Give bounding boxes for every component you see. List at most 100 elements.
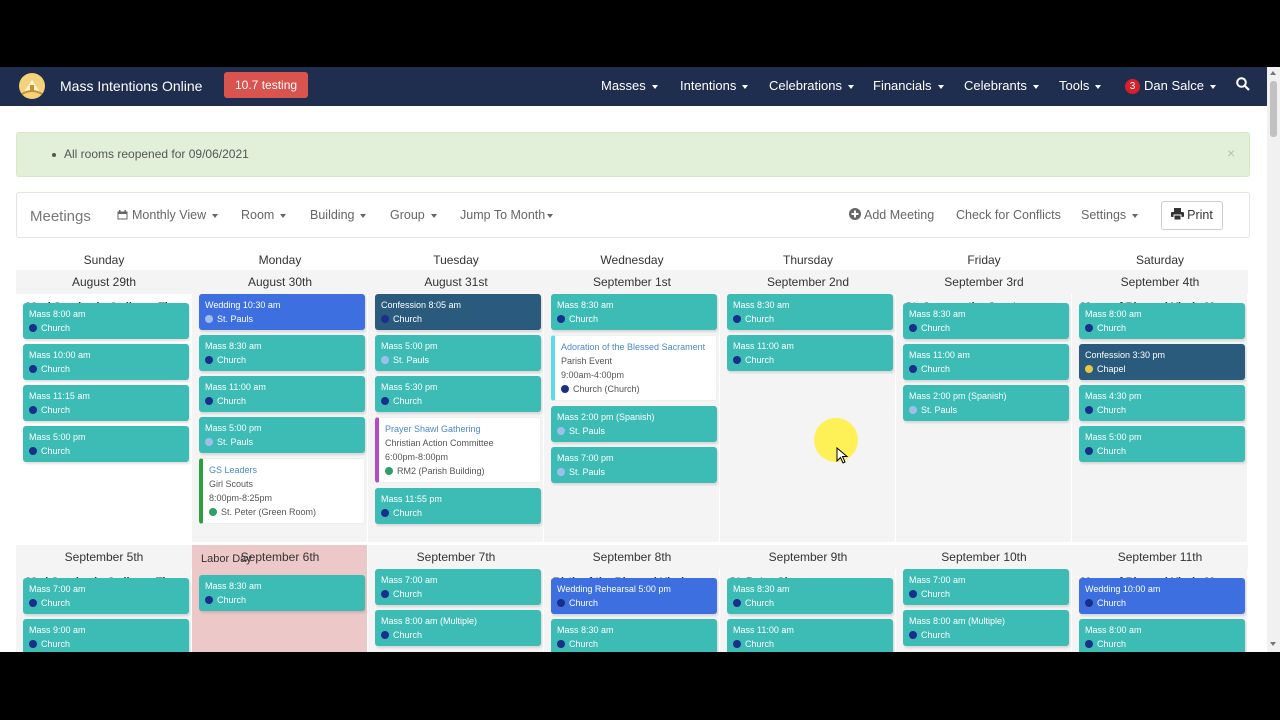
event-t1: Mass 11:00 am bbox=[909, 350, 970, 360]
location-color-dot-icon bbox=[205, 397, 213, 405]
calendar-event[interactable]: Mass 8:30 am Church bbox=[903, 303, 1069, 339]
calendar-event[interactable]: GS Leaders Girl Scouts 8:00pm-8:25pm St. Pe… bbox=[199, 458, 365, 524]
calendar-event[interactable]: Mass 8:00 am Church bbox=[1079, 619, 1245, 652]
jump-to-month-dropdown[interactable]: Jump To Month bbox=[460, 208, 554, 222]
calendar-event[interactable]: Confession 3:30 pm Chapel bbox=[1079, 344, 1245, 380]
calendar-day-cell[interactable]: September 3rdSt. Gregory the GreatMass 8… bbox=[896, 270, 1072, 542]
calendar-event[interactable]: Mass 5:30 pm Church bbox=[375, 376, 541, 412]
calendar-event[interactable]: Mass 5:00 pm Church bbox=[23, 426, 189, 462]
day-date-label[interactable]: September 4th bbox=[1072, 270, 1248, 294]
calendar-event[interactable]: Mass 8:00 am (Multiple) Church bbox=[375, 610, 541, 646]
event-t3: 9:00am-4:00pm bbox=[561, 370, 625, 380]
nav-celebrations[interactable]: Celebrations bbox=[769, 78, 854, 93]
calendar-event[interactable]: Mass 2:00 pm (Spanish) St. Pauls bbox=[903, 385, 1069, 421]
calendar-event[interactable]: Mass 5:00 pm Church bbox=[1079, 426, 1245, 462]
calendar-event[interactable]: Mass 8:30 am Church bbox=[727, 294, 893, 330]
day-date-label[interactable]: August 30th bbox=[192, 270, 368, 294]
day-date-label[interactable]: September 5th bbox=[16, 545, 192, 569]
calendar-event[interactable]: Mass 7:00 am Church bbox=[23, 578, 189, 614]
monthly-view-dropdown[interactable]: Monthly View bbox=[117, 208, 219, 222]
calendar-day-cell[interactable]: September 7th Mass 7:00 am Church Mass 8:00… bbox=[368, 545, 544, 652]
calendar-event[interactable]: Mass 11:00 am Church bbox=[727, 335, 893, 371]
day-date-label[interactable]: August 29th bbox=[16, 270, 192, 294]
print-button[interactable]: Print bbox=[1161, 201, 1223, 230]
notification-count-badge[interactable]: 3 bbox=[1125, 79, 1140, 94]
calendar-event[interactable]: Mass 11:00 am Church bbox=[199, 376, 365, 412]
calendar-event[interactable]: Mass 11:00 am Church bbox=[727, 619, 893, 652]
calendar-event[interactable]: Mass 8:30 am Church bbox=[199, 335, 365, 371]
calendar-day-cell[interactable]: September 1st Mass 8:30 am Church Adoration… bbox=[544, 270, 720, 542]
calendar-event[interactable]: Mass 8:30 am Church bbox=[199, 575, 365, 611]
page-scrollbar[interactable] bbox=[1267, 67, 1280, 652]
calendar-event[interactable]: Mass 5:00 pm St. Pauls bbox=[375, 335, 541, 371]
calendar-event[interactable]: Mass 9:00 am Church bbox=[23, 619, 189, 652]
calendar-event[interactable]: Mass 8:00 am Church bbox=[23, 303, 189, 339]
calendar-event[interactable]: Mass 11:15 am Church bbox=[23, 385, 189, 421]
calendar-event[interactable]: Mass 10:00 am Church bbox=[23, 344, 189, 380]
calendar-event[interactable]: Adoration of the Blessed Sacrament Parish… bbox=[551, 335, 717, 401]
user-name: Dan Salce bbox=[1144, 78, 1204, 93]
scroll-up-arrow-icon[interactable] bbox=[1270, 71, 1276, 75]
calendar-day-cell[interactable]: September 10th Mass 7:00 am Church Mass 8:0… bbox=[896, 545, 1072, 652]
nav-celebrants[interactable]: Celebrants bbox=[964, 78, 1039, 93]
room-dropdown[interactable]: Room bbox=[241, 208, 287, 222]
day-date-label[interactable]: September 3rd bbox=[896, 270, 1072, 294]
calendar-day-cell[interactable]: September 4thMem. of Blessed Virgin Mary… bbox=[1072, 270, 1248, 542]
calendar-day-cell[interactable]: September 11thMem. of Blessed Virgin Mar… bbox=[1072, 545, 1248, 652]
church-logo-icon[interactable] bbox=[18, 72, 46, 100]
building-dropdown[interactable]: Building bbox=[310, 208, 367, 222]
calendar-event[interactable]: Wedding Rehearsal 5:00 pm Church bbox=[551, 578, 717, 614]
calendar-day-cell[interactable]: September 2nd Mass 8:30 am Church Mass 11:0… bbox=[720, 270, 896, 542]
calendar-day-cell[interactable]: September 6thLabor DayCLOSEDMass 8:30 am… bbox=[192, 545, 367, 652]
event-location: Church bbox=[205, 593, 359, 607]
calendar-event[interactable]: Mass 2:00 pm (Spanish) St. Pauls bbox=[551, 406, 717, 442]
day-date-label[interactable]: September 9th bbox=[720, 545, 896, 569]
calendar-event[interactable]: Wedding 10:00 am Church bbox=[1079, 578, 1245, 614]
scrollbar-thumb[interactable] bbox=[1270, 81, 1277, 137]
calendar-event[interactable]: Mass 8:30 am Church bbox=[551, 294, 717, 330]
day-date-label[interactable]: September 10th bbox=[896, 545, 1072, 569]
calendar-event[interactable]: Mass 8:30 am Church bbox=[551, 619, 717, 652]
nav-tools[interactable]: Tools bbox=[1059, 78, 1102, 93]
calendar-day-cell[interactable]: August 31st Confession 8:05 am Church Mass … bbox=[368, 270, 544, 542]
search-icon[interactable] bbox=[1236, 77, 1250, 91]
calendar-event[interactable]: Confession 8:05 am Church bbox=[375, 294, 541, 330]
alert-close-button[interactable]: × bbox=[1227, 145, 1235, 161]
app-title[interactable]: Mass Intentions Online bbox=[60, 78, 202, 94]
calendar-event[interactable]: Mass 5:00 pm St. Pauls bbox=[199, 417, 365, 453]
calendar-day-cell[interactable]: September 8thBirth of the Blessed Virgin… bbox=[544, 545, 720, 652]
nav-user-menu[interactable]: 3 Dan Salce bbox=[1125, 78, 1216, 94]
calendar-day-cell[interactable]: September 5th23rd Sunday in Ordinary Tim… bbox=[16, 545, 192, 652]
calendar-event[interactable]: Mass 7:00 pm St. Pauls bbox=[551, 447, 717, 483]
scroll-down-arrow-icon[interactable] bbox=[1270, 642, 1276, 646]
calendar-event[interactable]: Prayer Shawl Gathering Christian Action C… bbox=[375, 417, 541, 483]
check-conflicts-button[interactable]: Check for Conflicts bbox=[956, 208, 1061, 222]
nav-financials[interactable]: Financials bbox=[873, 78, 944, 93]
day-date-label[interactable]: August 31st bbox=[368, 270, 544, 294]
calendar-event[interactable]: Mass 7:00 am Church bbox=[903, 569, 1069, 605]
location-color-dot-icon bbox=[29, 640, 37, 648]
calendar-event[interactable]: Mass 11:55 pm Church bbox=[375, 488, 541, 524]
group-dropdown[interactable]: Group bbox=[390, 208, 437, 222]
event-location: Church bbox=[909, 587, 1063, 601]
nav-masses[interactable]: Masses bbox=[601, 78, 658, 93]
settings-dropdown[interactable]: Settings bbox=[1081, 208, 1139, 222]
calendar-event[interactable]: Mass 8:30 am Church bbox=[727, 578, 893, 614]
calendar-event[interactable]: Mass 8:00 am (Multiple) Church bbox=[903, 610, 1069, 646]
nav-intentions[interactable]: Intentions bbox=[680, 78, 749, 93]
calendar-day-cell[interactable]: September 9thSt. Peter ClaverMass 8:30 a… bbox=[720, 545, 896, 652]
calendar-event[interactable]: Wedding 10:30 am St. Pauls bbox=[199, 294, 365, 330]
calendar-event[interactable]: Mass 7:00 am Church bbox=[375, 569, 541, 605]
calendar-event[interactable]: Mass 8:00 am Church bbox=[1079, 303, 1245, 339]
day-date-label[interactable]: September 8th bbox=[544, 545, 720, 569]
calendar-day-cell[interactable]: August 30th Wedding 10:30 am St. Pauls Mass… bbox=[192, 270, 368, 542]
calendar-day-cell[interactable]: August 29th22nd Sunday in Ordinary TimeM… bbox=[16, 270, 192, 542]
calendar-event[interactable]: Mass 11:00 am Church bbox=[903, 344, 1069, 380]
day-date-label[interactable]: September 7th bbox=[368, 545, 544, 569]
event-t1: Mass 11:15 am bbox=[29, 391, 90, 401]
day-date-label[interactable]: September 2nd bbox=[720, 270, 896, 294]
calendar-event[interactable]: Mass 4:30 pm Church bbox=[1079, 385, 1245, 421]
day-date-label[interactable]: September 1st bbox=[544, 270, 720, 294]
day-date-label[interactable]: September 11th bbox=[1072, 545, 1248, 569]
add-meeting-button[interactable]: Add Meeting bbox=[849, 208, 934, 222]
